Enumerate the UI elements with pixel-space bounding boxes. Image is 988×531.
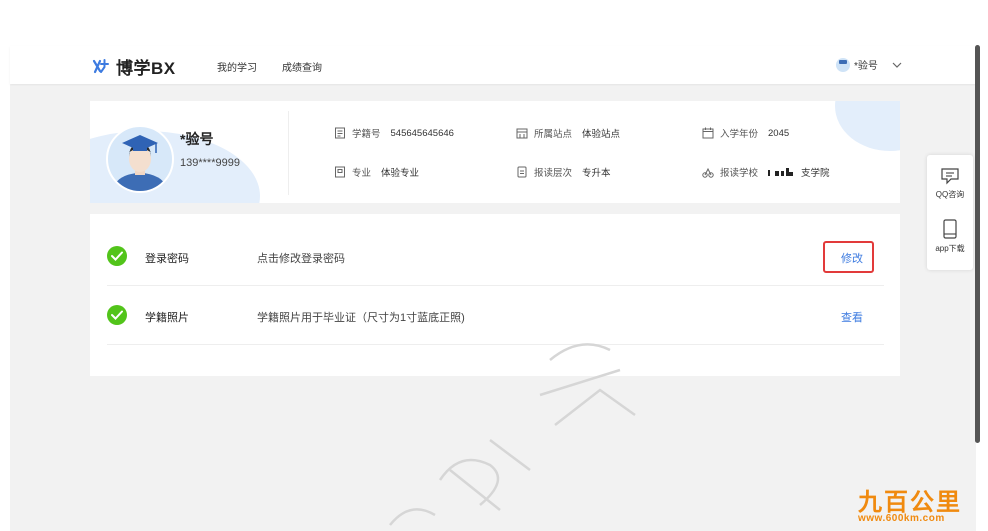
vertical-divider (288, 111, 289, 195)
chevron-down-icon (892, 62, 902, 68)
building-icon (516, 128, 528, 139)
id-card-icon (335, 127, 345, 139)
student-id-value: 545645645646 (390, 127, 454, 139)
major-label: 专业 (352, 168, 372, 179)
student-avatar (106, 125, 174, 193)
document-icon (517, 166, 527, 178)
modify-password-button[interactable]: 修改 (841, 250, 863, 266)
calendar-icon (702, 127, 714, 139)
info-enroll-year: 入学年份 2045 (702, 126, 789, 140)
logo-text: 博学BX (116, 58, 176, 78)
graduate-avatar-icon (114, 135, 166, 191)
info-site: 所属站点 体验站点 (516, 126, 620, 140)
app-logo[interactable]: 博学BX (92, 55, 176, 78)
enroll-year-value: 2045 (768, 127, 790, 139)
password-title: 登录密码 (145, 253, 189, 265)
brand-watermark-text: 九百公里 (858, 489, 962, 516)
user-menu-name: *验号 (854, 61, 878, 72)
check-circle-icon (107, 246, 127, 266)
school-value: 支学院 (801, 168, 830, 179)
check-circle-icon (107, 305, 127, 325)
info-major: 专业 体验专业 (334, 165, 419, 179)
tablet-icon (943, 219, 957, 239)
security-row-password: 登录密码 点击修改登录密码 (107, 227, 884, 286)
decor-blob-right (835, 101, 900, 151)
site-brand-watermark: 九百公里 www.600km.com (858, 482, 982, 528)
profile-card: *验号 139****9999 学籍号 545645645646 所属站点 体验… (90, 101, 900, 203)
site-value: 体验站点 (582, 129, 621, 140)
nav-grade-query[interactable]: 成绩查询 (282, 59, 322, 74)
student-id-label: 学籍号 (352, 129, 381, 140)
user-avatar-icon (836, 57, 850, 72)
student-name: *验号 (180, 131, 214, 147)
level-label: 报读层次 (534, 168, 573, 179)
school-label: 报读学校 (720, 168, 759, 179)
info-student-id: 学籍号 545645645646 (334, 126, 454, 140)
info-school: 报读学校 支学院 (702, 165, 830, 179)
level-value: 专升本 (582, 168, 611, 179)
logo-mark-icon (92, 59, 109, 74)
security-row-photo: 学籍照片 学籍照片用于毕业证（尺寸为1寸蓝底正照) (107, 286, 884, 345)
nav-my-study[interactable]: 我的学习 (217, 59, 257, 74)
password-desc: 点击修改登录密码 (257, 253, 345, 265)
floating-side-panel: QQ咨询 app下载 (927, 155, 973, 270)
user-menu[interactable]: *验号 (836, 57, 904, 72)
student-phone: 139****9999 (180, 157, 240, 169)
info-level: 报读层次 专升本 (516, 165, 611, 179)
brand-watermark-url: www.600km.com (858, 513, 945, 524)
vertical-scrollbar[interactable] (975, 45, 980, 443)
view-photo-button[interactable]: 查看 (841, 309, 863, 325)
photo-title: 学籍照片 (145, 312, 189, 324)
school-icon (702, 167, 714, 178)
chat-bubble-icon (941, 168, 959, 185)
app-download-button[interactable]: app下载 (927, 219, 973, 254)
qq-consult-button[interactable]: QQ咨询 (927, 167, 973, 200)
photo-desc: 学籍照片用于毕业证（尺寸为1寸蓝底正照) (257, 312, 465, 324)
school-logo-icon (768, 168, 794, 176)
security-settings-card: 登录密码 点击修改登录密码 修改 学籍照片 学籍照片用于毕业证（尺寸为1寸蓝底正… (90, 214, 900, 376)
enroll-year-label: 入学年份 (720, 129, 759, 140)
qq-consult-label: QQ咨询 (935, 190, 965, 199)
book-icon (335, 166, 345, 178)
app-download-label: app下载 (935, 244, 965, 253)
site-label: 所属站点 (534, 129, 573, 140)
major-value: 体验专业 (381, 168, 420, 179)
